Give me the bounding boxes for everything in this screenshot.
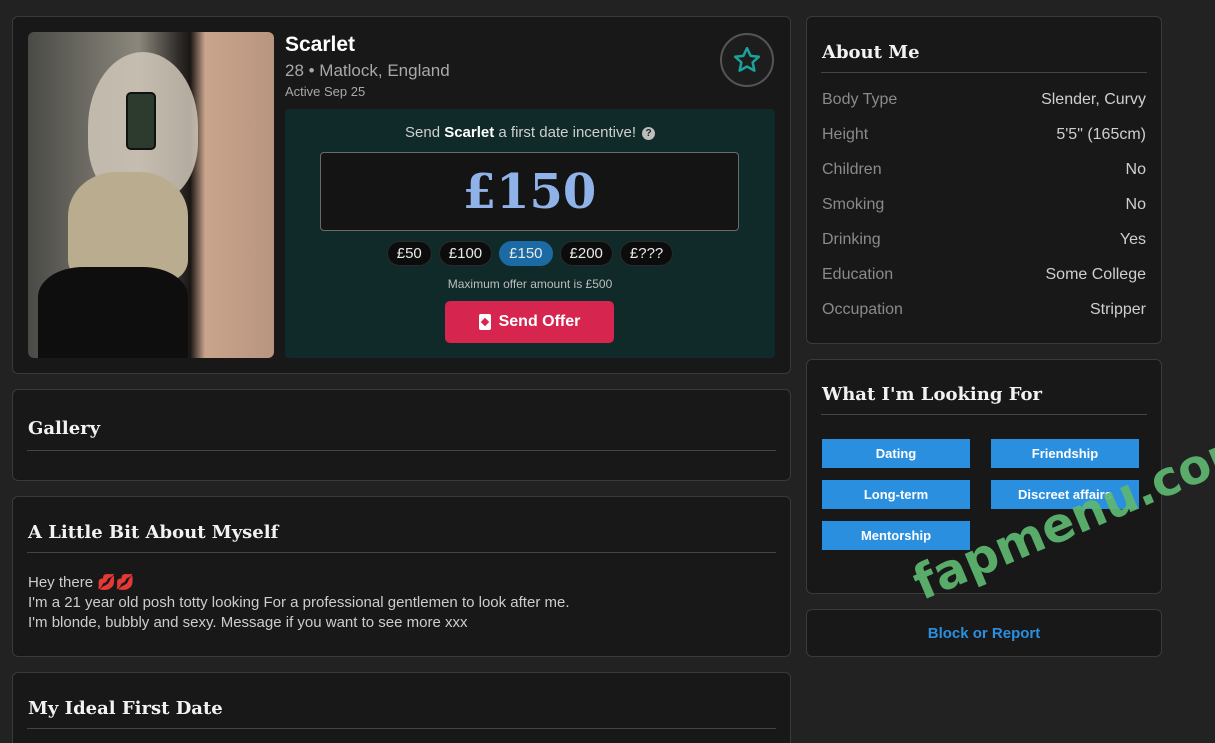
max-offer-note: Maximum offer amount is £500	[447, 277, 613, 291]
profile-name: Scarlet	[285, 33, 356, 56]
bio-line: Hey there 💋💋	[28, 574, 135, 591]
photo-legs-shape	[38, 267, 188, 358]
divider	[821, 72, 1147, 73]
attribute-value: Some College	[1045, 266, 1147, 283]
looking-for-title: What I'm Looking For	[822, 384, 1042, 405]
block-report-link[interactable]: Block or Report	[928, 625, 1041, 642]
chip-custom[interactable]: £???	[619, 241, 674, 266]
attribute-value: 5'5" (165cm)	[1056, 126, 1146, 143]
bio-line: I'm blonde, bubbly and sexy. Message if …	[28, 614, 468, 631]
tag-friendship: Friendship	[991, 439, 1139, 468]
attribute-label: Children	[822, 161, 882, 178]
attribute-row: Occupation Stripper	[822, 301, 1146, 319]
ideal-date-section: My Ideal First Date	[12, 672, 791, 743]
gallery-section: Gallery	[12, 389, 791, 481]
about-myself-section: A Little Bit About Myself Hey there 💋💋 I…	[12, 496, 791, 657]
attribute-row: Smoking No	[822, 196, 1146, 214]
attribute-row: Body Type Slender, Curvy	[822, 91, 1146, 109]
chip-50[interactable]: £50	[386, 241, 432, 266]
attribute-row: Height 5'5" (165cm)	[822, 126, 1146, 144]
attribute-row: Drinking Yes	[822, 231, 1146, 249]
send-offer-label: Send Offer	[498, 313, 581, 330]
tag-mentorship: Mentorship	[822, 521, 970, 550]
offer-prompt-prefix: Send	[405, 124, 445, 141]
attribute-label: Occupation	[822, 301, 903, 318]
block-report-card: Block or Report	[806, 609, 1162, 657]
photo-body-shape	[68, 172, 188, 282]
tag-discreet-affairs: Discreet affairs	[991, 480, 1139, 509]
about-myself-title: A Little Bit About Myself	[28, 522, 279, 543]
chip-100[interactable]: £100	[438, 241, 493, 266]
bio-line: I'm a 21 year old posh totty looking For…	[28, 594, 570, 611]
attribute-label: Body Type	[822, 91, 898, 108]
profile-age-location: 28 • Matlock, England	[285, 61, 450, 80]
attribute-row: Children No	[822, 161, 1146, 179]
star-icon	[733, 46, 761, 72]
about-me-section: About Me Body Type Slender, Curvy Height 5…	[806, 16, 1162, 344]
attribute-label: Height	[822, 126, 869, 143]
offer-amount-chips: £50 £100 £150 £200 £???	[285, 241, 775, 266]
tag-long-term: Long-term	[822, 480, 970, 509]
bio-text: Hey there 💋💋 I'm a 21 year old posh tott…	[28, 573, 570, 633]
about-me-title: About Me	[822, 42, 920, 63]
attribute-value: Slender, Curvy	[1041, 91, 1146, 108]
offer-amount-input[interactable]: £150	[320, 152, 739, 231]
attribute-value: No	[1125, 161, 1146, 178]
attribute-row: Education Some College	[822, 266, 1146, 284]
chip-200[interactable]: £200	[559, 241, 613, 266]
profile-photo[interactable]	[28, 32, 274, 358]
photo-phone-shape	[126, 92, 156, 150]
gallery-title: Gallery	[28, 418, 101, 439]
ideal-date-title: My Ideal First Date	[28, 698, 223, 719]
looking-for-section: What I'm Looking For Dating Friendship L…	[806, 359, 1162, 594]
send-offer-button[interactable]: Send Offer	[445, 301, 614, 343]
gift-icon	[478, 314, 491, 330]
divider	[821, 414, 1147, 415]
profile-active-status: Active Sep 25	[285, 84, 366, 99]
help-icon[interactable]: ?	[642, 127, 655, 140]
tag-dating: Dating	[822, 439, 970, 468]
offer-prompt-name: Scarlet	[444, 124, 495, 141]
offer-prompt: Send Scarlet a first date incentive!?	[285, 124, 775, 141]
attribute-label: Drinking	[822, 231, 881, 248]
offer-panel: Send Scarlet a first date incentive!? £1…	[285, 109, 775, 358]
divider	[27, 450, 776, 451]
divider	[27, 552, 776, 553]
attribute-value: Yes	[1119, 231, 1146, 248]
attribute-label: Smoking	[822, 196, 885, 213]
offer-prompt-suffix: a first date incentive!	[494, 124, 636, 141]
attribute-value: Stripper	[1089, 301, 1146, 318]
attribute-value: No	[1125, 196, 1146, 213]
favorite-button[interactable]	[720, 33, 774, 87]
profile-card: Scarlet 28 • Matlock, England Active Sep…	[12, 16, 791, 374]
attribute-label: Education	[822, 266, 894, 283]
chip-150-selected[interactable]: £150	[499, 241, 553, 266]
divider	[27, 728, 776, 729]
